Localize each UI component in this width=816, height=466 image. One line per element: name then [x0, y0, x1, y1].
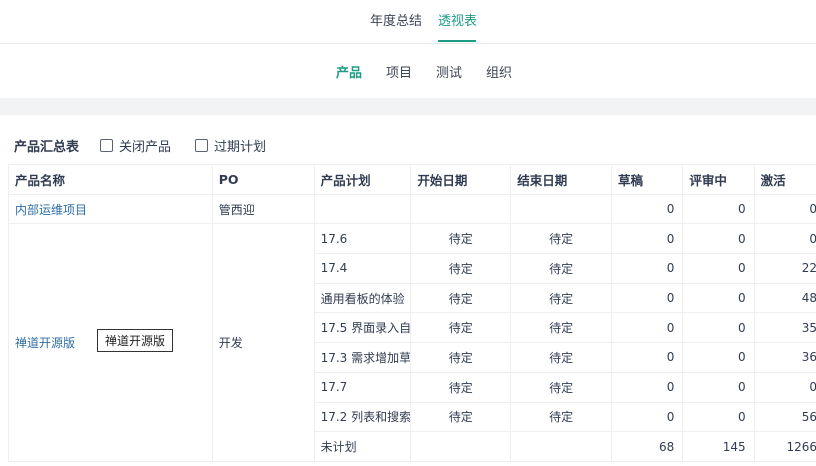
col-active[interactable]: 激活 [753, 164, 816, 195]
review-cell: 0 [682, 312, 755, 344]
active-cell: 0 [753, 193, 816, 225]
start-date-cell: 待定 [410, 282, 512, 314]
active-cell: 36 [753, 342, 816, 373]
active-cell: 35 [753, 312, 816, 344]
product-link[interactable]: 内部运维项目 [15, 203, 87, 217]
expired-plans-label: 过期计划 [214, 140, 267, 155]
plan-cell: 17.5 界面录入自 [313, 312, 412, 344]
draft-cell: 0 [611, 223, 684, 255]
end-date-cell: 待定 [510, 223, 613, 255]
draft-cell: 0 [611, 282, 684, 314]
plan-cell [313, 193, 412, 225]
table-header-row: 产品名称 PO 产品计划 开始日期 结束日期 草稿 评审中 激活 [8, 164, 816, 195]
report-title: 产品汇总表 [14, 140, 80, 155]
col-start-date[interactable]: 开始日期 [410, 164, 512, 195]
col-product-name[interactable]: 产品名称 [8, 164, 213, 195]
start-date-cell: 待定 [410, 312, 512, 344]
start-date-cell: 待定 [410, 342, 512, 373]
draft-cell: 0 [611, 371, 684, 403]
draft-cell: 0 [611, 193, 684, 225]
section-divider [0, 98, 816, 115]
active-cell: 0 [753, 223, 816, 255]
review-cell: 0 [682, 342, 755, 373]
end-date-cell: 待定 [510, 371, 613, 403]
checkbox-icon[interactable] [100, 139, 113, 152]
tab-annual-summary[interactable]: 年度总结 [370, 10, 422, 29]
active-cell: 0 [753, 371, 816, 403]
product-summary-table: 产品名称 PO 产品计划 开始日期 结束日期 草稿 评审中 激活 内部运维项目 … [8, 164, 816, 462]
expired-plans-checkbox[interactable]: 过期计划 [195, 136, 266, 155]
end-date-cell: 待定 [510, 342, 613, 373]
col-plan[interactable]: 产品计划 [313, 164, 412, 195]
draft-cell: 0 [611, 253, 684, 284]
active-cell: 56 [753, 401, 816, 433]
active-cell: 48 [753, 282, 816, 314]
tab-test[interactable]: 测试 [436, 62, 462, 81]
draft-cell: 0 [611, 312, 684, 344]
end-date-cell [510, 431, 613, 462]
review-cell: 0 [682, 253, 755, 284]
tab-product[interactable]: 产品 [336, 62, 362, 81]
po-cell: 开发 [211, 223, 315, 462]
product-name-cell: 内部运维项目 [8, 193, 213, 225]
end-date-cell: 待定 [510, 312, 613, 344]
end-date-cell [510, 193, 613, 225]
col-draft[interactable]: 草稿 [611, 164, 684, 195]
active-cell: 1266 [753, 431, 816, 462]
end-date-cell: 待定 [510, 282, 613, 314]
col-po[interactable]: PO [211, 164, 315, 195]
review-cell: 0 [682, 371, 755, 403]
review-cell: 0 [682, 282, 755, 314]
product-link[interactable]: 禅道开源版 [15, 336, 75, 350]
plan-cell: 17.6 [313, 223, 412, 255]
col-in-review[interactable]: 评审中 [682, 164, 755, 195]
closed-products-label: 关闭产品 [119, 140, 172, 155]
review-cell: 0 [682, 401, 755, 433]
checkbox-icon[interactable] [195, 139, 208, 152]
active-tab-indicator [438, 40, 476, 42]
plan-cell: 17.3 需求增加草 [313, 342, 412, 373]
tab-project[interactable]: 项目 [386, 62, 412, 81]
table-row: 禅道开源版 开发 17.6 待定 待定 0 0 0 [8, 223, 816, 462]
draft-cell: 68 [611, 431, 684, 462]
end-date-cell: 待定 [510, 401, 613, 433]
tab-pivot-table[interactable]: 透视表 [438, 10, 477, 29]
tab-organization[interactable]: 组织 [486, 62, 512, 81]
start-date-cell [410, 431, 512, 462]
active-cell: 22 [753, 253, 816, 284]
plan-cell: 17.2 列表和搜索 [313, 401, 412, 433]
review-cell: 0 [682, 193, 755, 225]
review-cell: 145 [682, 431, 755, 462]
start-date-cell: 待定 [410, 223, 512, 255]
end-date-cell: 待定 [510, 253, 613, 284]
sub-tab-bar: 产品 项目 测试 组织 [0, 45, 816, 97]
top-tab-bar: 年度总结 透视表 [0, 0, 816, 44]
plan-cell: 未计划 [313, 431, 412, 462]
plan-cell: 17.7 [313, 371, 412, 403]
draft-cell: 0 [611, 401, 684, 433]
plan-cell: 通用看板的体验 [313, 282, 412, 314]
start-date-cell [410, 193, 512, 225]
review-cell: 0 [682, 223, 755, 255]
table-row: 内部运维项目 管西迎 0 0 0 [8, 193, 816, 225]
col-end-date[interactable]: 结束日期 [510, 164, 613, 195]
start-date-cell: 待定 [410, 401, 512, 433]
po-cell: 管西迎 [211, 193, 315, 225]
draft-cell: 0 [611, 342, 684, 373]
plan-cell: 17.4 [313, 253, 412, 284]
start-date-cell: 待定 [410, 253, 512, 284]
closed-products-checkbox[interactable]: 关闭产品 [100, 136, 171, 155]
product-name-tooltip: 禅道开源版 [97, 329, 174, 352]
start-date-cell: 待定 [410, 371, 512, 403]
filter-bar: 产品汇总表 关闭产品 过期计划 [0, 128, 816, 158]
